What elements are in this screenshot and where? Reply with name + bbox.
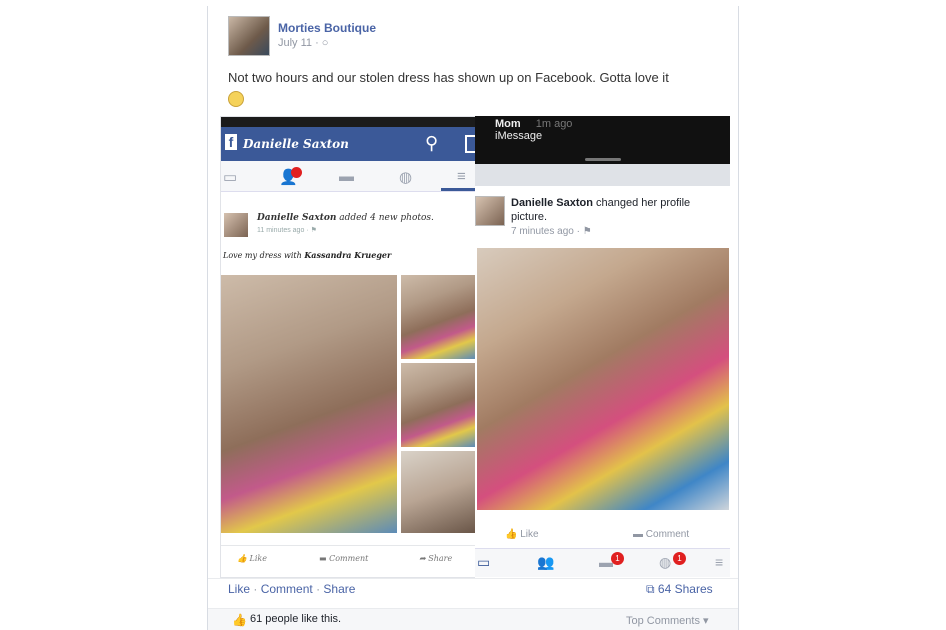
profile-photo	[477, 248, 729, 510]
news-feed-icon: ▭	[223, 169, 238, 186]
comment-link[interactable]: Comment	[261, 582, 313, 596]
likes-summary[interactable]: 61 people like this.	[250, 613, 341, 625]
active-tab-indicator	[441, 188, 478, 191]
left-screenshot[interactable]: f Danielle Saxton ⚲ ▭ 👤 ▬ ◍ ≡ Danielle S…	[220, 116, 479, 578]
separator: ·	[316, 582, 321, 596]
globe-icon: ◍	[399, 169, 413, 186]
thumb-photo	[401, 451, 475, 533]
profile-avatar	[475, 196, 505, 226]
messages-icon: ▬	[339, 168, 354, 185]
inner-avatar	[224, 213, 248, 237]
inner-share-button: ➦ Share	[419, 554, 453, 563]
smiley-emoji	[228, 90, 244, 107]
menu-icon: ≡	[715, 554, 724, 570]
facebook-logo-icon: f	[225, 134, 237, 150]
notifications-badge: 1	[673, 552, 686, 565]
like-thumb-icon: 👍	[232, 613, 247, 627]
inner-caption: Love my dress with Kassandra Krueger	[223, 250, 391, 260]
menu-icon: ≡	[457, 168, 466, 185]
feed-gap	[475, 164, 730, 186]
app-title: Danielle Saxton	[243, 137, 349, 151]
inner-time: 11 minutes ago · ⚑	[257, 227, 317, 234]
profile-author: Danielle Saxton	[511, 197, 593, 209]
page-name[interactable]: Morties Boutique	[278, 21, 376, 35]
top-comments-dropdown[interactable]: Top Comments ▾	[626, 614, 709, 627]
inner-author: Danielle Saxton	[257, 213, 337, 223]
inner-actions-row: 👍 Like ▬ Comment ➦ Share	[221, 545, 478, 572]
page-avatar[interactable]	[228, 16, 270, 56]
post-actions: Like · Comment · Share	[228, 582, 355, 596]
notification-title: Mom 1m ago	[495, 118, 573, 130]
profile-comment-button: ▬ Comment	[633, 529, 690, 540]
main-photo	[221, 275, 397, 533]
friends-badge	[291, 167, 302, 178]
caption-text: Love my dress with	[223, 251, 305, 260]
facebook-post-card: Morties Boutique July 11 · ○ Not two hou…	[207, 6, 739, 630]
right-screenshot[interactable]: Mom 1m ago iMessage Danielle Saxton chan…	[475, 116, 730, 578]
inner-like-button: 👍 Like	[237, 554, 267, 563]
notification-handle	[585, 158, 621, 161]
search-icon: ⚲	[425, 133, 439, 153]
share-link[interactable]: Share	[323, 582, 355, 596]
shares-count[interactable]: ⧉ 64 Shares	[646, 582, 713, 597]
caption-tag: Kassandra Krueger	[304, 250, 392, 260]
separator: ·	[253, 582, 258, 596]
globe-icon: ◍	[659, 554, 672, 570]
profile-like-button: 👍 Like	[505, 529, 539, 540]
inner-post-header: Danielle Saxton added 4 new photos.	[257, 213, 434, 223]
inner-action: added 4 new photos.	[336, 213, 434, 223]
profile-post-time: 7 minutes ago · ⚑	[511, 226, 592, 237]
inner-comment-button: ▬ Comment	[319, 554, 369, 563]
like-link[interactable]: Like	[228, 582, 250, 596]
profile-actions-row: 👍 Like ▬ Comment	[475, 524, 730, 546]
post-text: Not two hours and our stolen dress has s…	[228, 68, 728, 108]
post-text-body: Not two hours and our stolen dress has s…	[228, 70, 669, 85]
thumb-photo	[401, 363, 475, 447]
news-feed-icon: ▭	[477, 554, 491, 570]
notification-subtitle: iMessage	[495, 130, 543, 142]
friends-icon: 👥	[537, 554, 555, 570]
thumb-photo	[401, 275, 475, 359]
share-icon: ⧉	[646, 582, 655, 596]
post-date[interactable]: July 11 · ○	[278, 37, 328, 49]
messages-badge: 1	[611, 552, 624, 565]
profile-post-header: Danielle Saxton changed her profile pict…	[511, 196, 721, 224]
status-bar	[221, 117, 478, 127]
